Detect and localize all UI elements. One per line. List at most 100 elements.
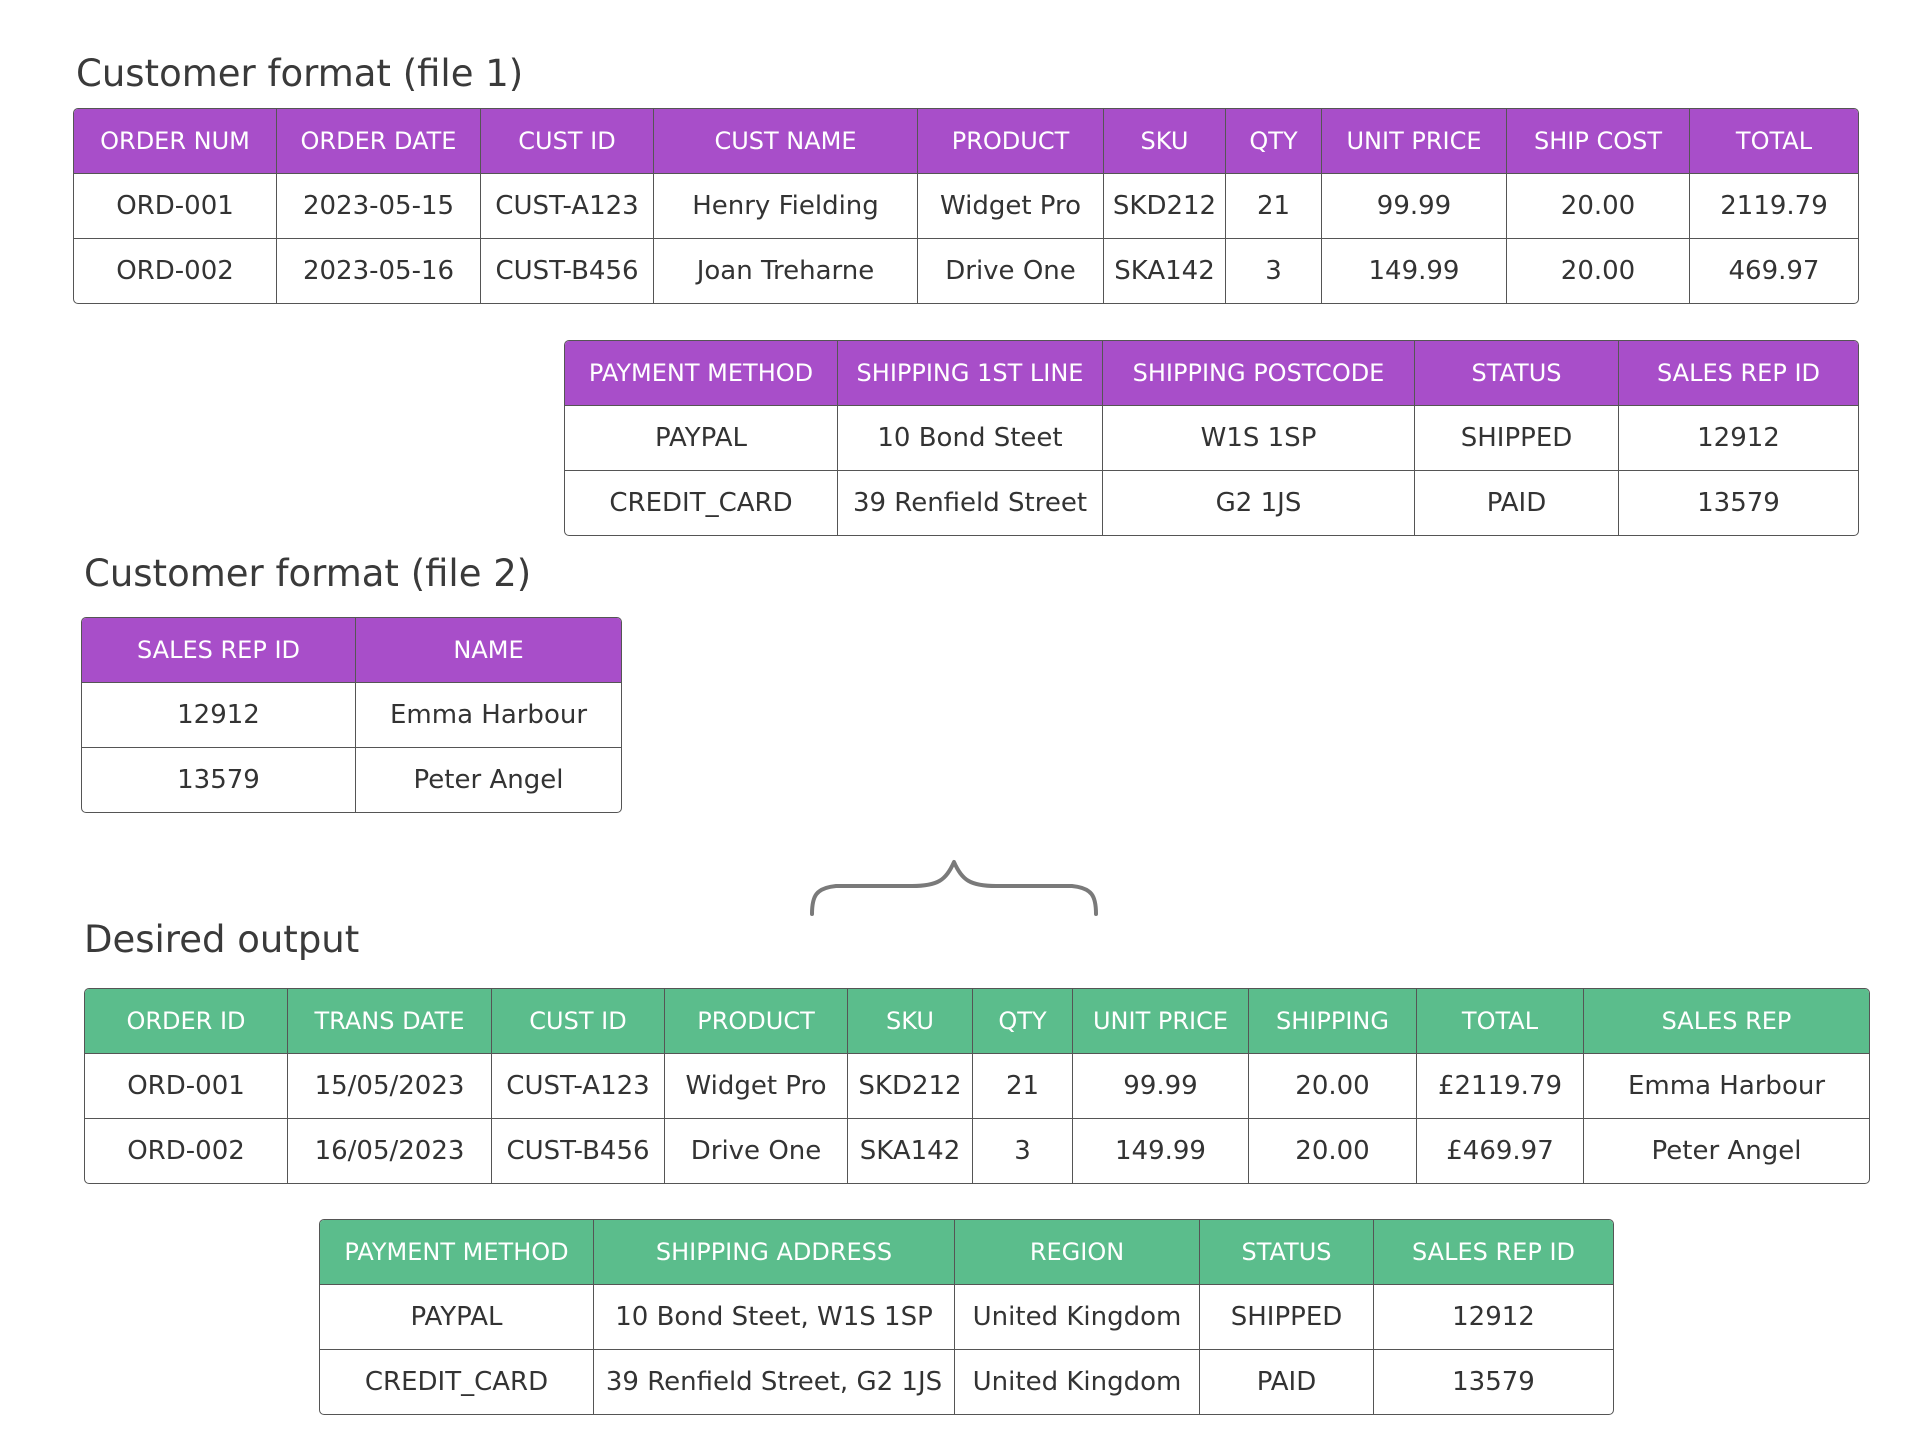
table-cell: SHIPPED <box>1199 1284 1373 1349</box>
column-header: CUST NAME <box>653 109 917 173</box>
table-row: PAYPAL 10 Bond Steet, W1S 1SP United Kin… <box>320 1284 1613 1349</box>
table-cell: United Kingdom <box>954 1284 1199 1349</box>
column-header: QTY <box>1225 109 1321 173</box>
table-cell: United Kingdom <box>954 1349 1199 1414</box>
file1-orders-table: ORDER NUM ORDER DATE CUST ID CUST NAME P… <box>73 108 1859 304</box>
file2-title: Customer format (file 2) <box>84 552 532 595</box>
table-cell: 469.97 <box>1689 238 1858 303</box>
column-header: PRODUCT <box>917 109 1103 173</box>
file2-sales-rep-table: SALES REP ID NAME 12912 Emma Harbour 135… <box>81 617 622 813</box>
table-header-row: ORDER ID TRANS DATE CUST ID PRODUCT SKU … <box>85 989 1869 1053</box>
output-payment-table: PAYMENT METHOD SHIPPING ADDRESS REGION S… <box>319 1219 1614 1415</box>
column-header: SKU <box>1103 109 1225 173</box>
column-header: SHIP COST <box>1506 109 1689 173</box>
table-cell: W1S 1SP <box>1102 405 1414 470</box>
column-header: TOTAL <box>1416 989 1583 1053</box>
column-header: SALES REP <box>1583 989 1869 1053</box>
table-cell: 39 Renfield Street <box>837 470 1102 535</box>
table-cell: 20.00 <box>1506 173 1689 238</box>
table-header-row: PAYMENT METHOD SHIPPING 1ST LINE SHIPPIN… <box>565 341 1858 405</box>
column-header: UNIT PRICE <box>1321 109 1506 173</box>
table-cell: CREDIT_CARD <box>320 1349 593 1414</box>
table-cell: Henry Fielding <box>653 173 917 238</box>
table-cell: PAYPAL <box>565 405 837 470</box>
column-header: SHIPPING 1ST LINE <box>837 341 1102 405</box>
table-header-row: SALES REP ID NAME <box>82 618 621 682</box>
table-cell: 99.99 <box>1072 1053 1248 1118</box>
table-cell: 3 <box>1225 238 1321 303</box>
table-cell: 149.99 <box>1321 238 1506 303</box>
table-cell: SKD212 <box>847 1053 972 1118</box>
table-cell: 21 <box>1225 173 1321 238</box>
column-header: SHIPPING POSTCODE <box>1102 341 1414 405</box>
table-cell: SKA142 <box>847 1118 972 1183</box>
table-cell: 13579 <box>1373 1349 1613 1414</box>
table-cell: PAYPAL <box>320 1284 593 1349</box>
column-header: PRODUCT <box>664 989 847 1053</box>
table-row: ORD-001 15/05/2023 CUST-A123 Widget Pro … <box>85 1053 1869 1118</box>
column-header: SHIPPING <box>1248 989 1416 1053</box>
table-cell: 21 <box>972 1053 1072 1118</box>
table-row: ORD-002 16/05/2023 CUST-B456 Drive One S… <box>85 1118 1869 1183</box>
table-row: 13579 Peter Angel <box>82 747 621 812</box>
column-header: SALES REP ID <box>82 618 355 682</box>
table-cell: Joan Treharne <box>653 238 917 303</box>
table-cell: 20.00 <box>1248 1053 1416 1118</box>
table-cell: 2023-05-16 <box>276 238 480 303</box>
column-header: STATUS <box>1199 1220 1373 1284</box>
output-title: Desired output <box>84 918 360 961</box>
table-cell: 10 Bond Steet <box>837 405 1102 470</box>
table-cell: CUST-A123 <box>491 1053 664 1118</box>
table-row: 12912 Emma Harbour <box>82 682 621 747</box>
table-cell: SKD212 <box>1103 173 1225 238</box>
table-cell: G2 1JS <box>1102 470 1414 535</box>
table-cell: 15/05/2023 <box>287 1053 491 1118</box>
column-header: CUST ID <box>480 109 653 173</box>
column-header: ORDER ID <box>85 989 287 1053</box>
table-cell: 13579 <box>82 747 355 812</box>
curly-brace-icon <box>810 860 1098 916</box>
column-header: REGION <box>954 1220 1199 1284</box>
column-header: ORDER DATE <box>276 109 480 173</box>
table-cell: 20.00 <box>1248 1118 1416 1183</box>
column-header: SALES REP ID <box>1618 341 1858 405</box>
table-row: PAYPAL 10 Bond Steet W1S 1SP SHIPPED 129… <box>565 405 1858 470</box>
output-orders-table: ORDER ID TRANS DATE CUST ID PRODUCT SKU … <box>84 988 1870 1184</box>
table-cell: ORD-002 <box>74 238 276 303</box>
table-row: ORD-002 2023-05-16 CUST-B456 Joan Trehar… <box>74 238 1858 303</box>
table-cell: 12912 <box>82 682 355 747</box>
table-cell: 2119.79 <box>1689 173 1858 238</box>
table-cell: Widget Pro <box>664 1053 847 1118</box>
table-cell: Emma Harbour <box>355 682 621 747</box>
table-cell: PAID <box>1414 470 1618 535</box>
column-header: PAYMENT METHOD <box>320 1220 593 1284</box>
column-header: STATUS <box>1414 341 1618 405</box>
column-header: UNIT PRICE <box>1072 989 1248 1053</box>
column-header: TRANS DATE <box>287 989 491 1053</box>
column-header: NAME <box>355 618 621 682</box>
table-cell: CUST-B456 <box>480 238 653 303</box>
table-cell: 99.99 <box>1321 173 1506 238</box>
table-cell: 12912 <box>1373 1284 1613 1349</box>
table-cell: ORD-001 <box>85 1053 287 1118</box>
table-cell: 20.00 <box>1506 238 1689 303</box>
file1-title: Customer format (file 1) <box>76 52 524 95</box>
table-cell: CUST-A123 <box>480 173 653 238</box>
table-cell: 39 Renfield Street, G2 1JS <box>593 1349 954 1414</box>
table-header-row: ORDER NUM ORDER DATE CUST ID CUST NAME P… <box>74 109 1858 173</box>
column-header: ORDER NUM <box>74 109 276 173</box>
table-cell: 16/05/2023 <box>287 1118 491 1183</box>
table-cell: CUST-B456 <box>491 1118 664 1183</box>
table-cell: ORD-001 <box>74 173 276 238</box>
table-cell: 149.99 <box>1072 1118 1248 1183</box>
column-header: TOTAL <box>1689 109 1858 173</box>
table-cell: 12912 <box>1618 405 1858 470</box>
table-cell: 2023-05-15 <box>276 173 480 238</box>
table-row: CREDIT_CARD 39 Renfield Street, G2 1JS U… <box>320 1349 1613 1414</box>
table-cell: SHIPPED <box>1414 405 1618 470</box>
table-cell: Emma Harbour <box>1583 1053 1869 1118</box>
column-header: PAYMENT METHOD <box>565 341 837 405</box>
table-cell: £469.97 <box>1416 1118 1583 1183</box>
table-cell: 3 <box>972 1118 1072 1183</box>
table-cell: £2119.79 <box>1416 1053 1583 1118</box>
